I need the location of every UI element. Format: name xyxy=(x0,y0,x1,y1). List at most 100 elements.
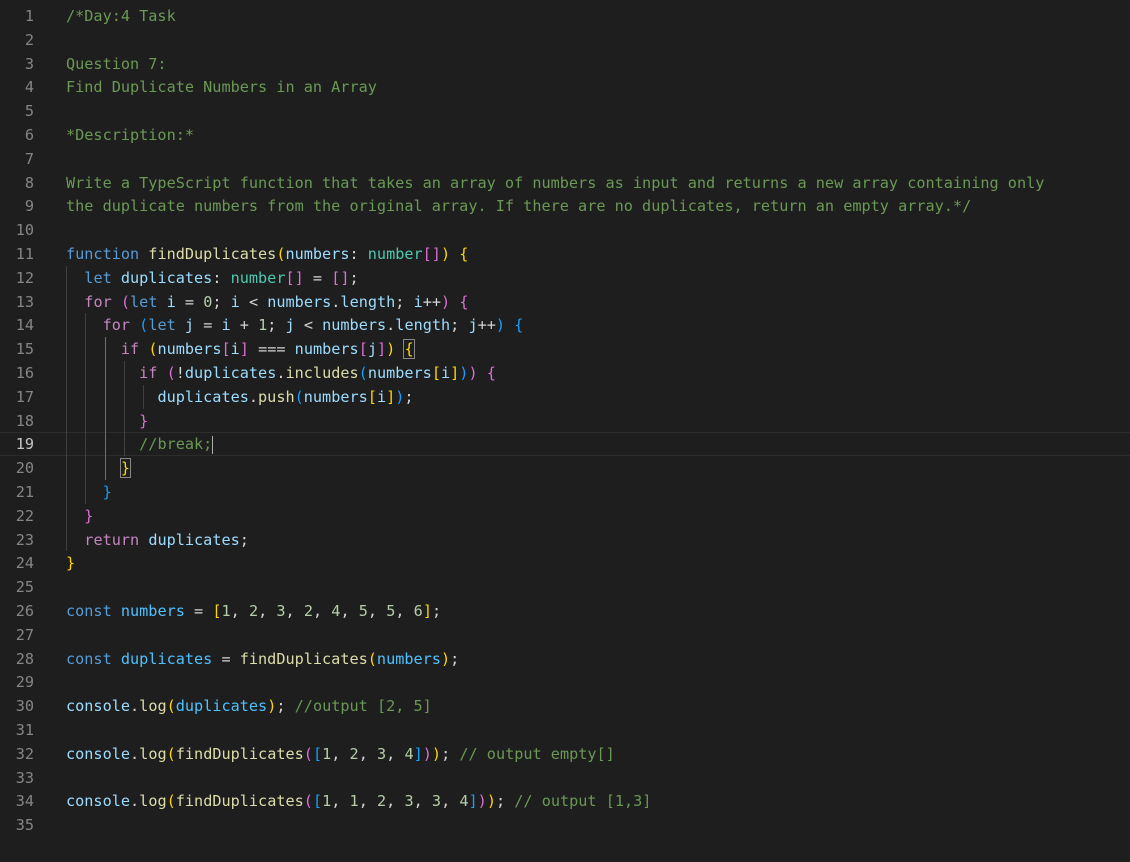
token-op: . xyxy=(276,364,286,382)
token-num: 1 xyxy=(349,792,359,811)
token-var: i xyxy=(440,364,451,382)
token-b1: ] xyxy=(422,602,432,620)
code-editor[interactable]: 1/*Day:4 Task 2 3 Question 7: 4 Find Duplicat… xyxy=(0,0,1130,862)
token-num: 3 xyxy=(377,744,387,763)
code-line-3[interactable]: 3 Question 7: xyxy=(0,52,1130,76)
code-line-30[interactable]: 30 console.log(duplicates); //output [2, … xyxy=(0,694,1130,718)
token-b1: ( xyxy=(166,697,176,716)
code-line-5[interactable]: 5 xyxy=(0,99,1130,123)
token-op: , xyxy=(313,602,332,620)
token-op: . xyxy=(130,697,140,716)
code-line-32[interactable]: 32 console.log(findDuplicates([1, 2, 3, 4… xyxy=(0,742,1130,766)
token-b3: ( xyxy=(139,316,149,335)
token-b1: } xyxy=(66,554,76,573)
line-code: Question 7: xyxy=(66,52,167,76)
code-line-12[interactable]: 12 let duplicates: number[] = []; xyxy=(0,266,1130,290)
token-cm: // output empty[] xyxy=(459,744,615,763)
code-line-23[interactable]: 23 return duplicates; xyxy=(0,528,1130,552)
token-fn: log xyxy=(139,744,167,763)
code-line-8[interactable]: 8 Write a TypeScript function that takes … xyxy=(0,171,1130,195)
token-op xyxy=(66,316,103,334)
line-number: 19 xyxy=(15,435,34,454)
token-op: , xyxy=(258,602,277,620)
code-line-26[interactable]: 26 const numbers = [1, 2, 3, 2, 4, 5, 5, … xyxy=(0,599,1130,623)
token-op: ; xyxy=(450,649,460,668)
line-number: 34 xyxy=(15,792,34,811)
code-line-13[interactable]: 13 for (let i = 0; i < numbers.length; i… xyxy=(0,290,1130,314)
code-line-14[interactable]: 14 for (let j = i + 1; j < numbers.lengt… xyxy=(0,313,1130,337)
token-b2: { xyxy=(459,292,469,311)
token-op xyxy=(478,364,487,382)
token-op xyxy=(66,459,121,477)
line-number: 13 xyxy=(15,292,34,311)
token-op: ; xyxy=(395,292,414,311)
code-line-20[interactable]: 20 } xyxy=(0,456,1130,480)
token-num: 3 xyxy=(431,792,442,811)
token-op: < xyxy=(239,292,268,311)
token-var: console xyxy=(66,792,131,811)
code-line-1[interactable]: 1 /*Day:4 Task xyxy=(0,4,1130,28)
code-line-15[interactable]: 15 if (numbers[i] === numbers[j]) { xyxy=(0,337,1130,361)
token-var: numbers xyxy=(303,387,368,406)
token-var: numbers xyxy=(267,292,332,311)
code-line-25[interactable]: 25 xyxy=(0,575,1130,599)
token-fn: includes xyxy=(285,364,359,382)
code-line-21[interactable]: 21 } xyxy=(0,480,1130,504)
line-code: } xyxy=(66,504,93,528)
token-kw: const xyxy=(66,649,121,668)
code-line-35[interactable]: 35 xyxy=(0,813,1130,837)
code-line-6[interactable]: 6 *Description:* xyxy=(0,123,1130,147)
token-var: duplicates xyxy=(120,268,213,287)
token-cst: duplicates xyxy=(120,649,213,668)
line-code: if (!duplicates.includes(numbers[i])) { xyxy=(66,361,496,385)
line-number: 8 xyxy=(24,173,34,192)
code-line-9[interactable]: 9 the duplicate numbers from the original… xyxy=(0,194,1130,218)
code-line-11[interactable]: 11 function findDuplicates(numbers: numbe… xyxy=(0,242,1130,266)
code-line-27[interactable]: 27 xyxy=(0,623,1130,647)
code-line-24[interactable]: 24} xyxy=(0,551,1130,575)
indent-guide xyxy=(85,313,87,504)
token-b1: { xyxy=(459,245,469,263)
code-line-34[interactable]: 34 console.log(findDuplicates([1, 1, 2, 3… xyxy=(0,789,1130,813)
code-line-33[interactable]: 33 xyxy=(0,766,1130,790)
token-kw: const xyxy=(66,602,121,620)
line-code: //break; xyxy=(66,433,214,455)
code-line-16[interactable]: 16 if (!duplicates.includes(numbers[i]))… xyxy=(0,361,1130,385)
token-cm: the duplicate numbers from the original … xyxy=(66,197,972,216)
token-b3: ( xyxy=(294,387,304,406)
code-line-4[interactable]: 4 Find Duplicate Numbers in an Array xyxy=(0,75,1130,99)
code-line-29[interactable]: 29 xyxy=(0,670,1130,694)
code-line-2[interactable]: 2 xyxy=(0,28,1130,52)
token-op xyxy=(66,364,139,382)
token-kw: let xyxy=(130,292,167,311)
code-line-22[interactable]: 22 } xyxy=(0,504,1130,528)
line-code: if (numbers[i] === numbers[j]) { xyxy=(66,337,415,361)
token-var: duplicates xyxy=(148,530,240,549)
token-var: numbers xyxy=(294,340,359,359)
token-op: ; xyxy=(267,316,286,335)
code-line-7[interactable]: 7 xyxy=(0,147,1130,171)
token-op xyxy=(450,245,459,263)
token-op: = xyxy=(194,316,222,335)
code-line-19[interactable]: 19 //break; xyxy=(0,432,1130,457)
code-line-18[interactable]: 18 } xyxy=(0,409,1130,433)
code-line-17[interactable]: 17 duplicates.push(numbers[i]); xyxy=(0,385,1130,409)
line-number: 28 xyxy=(15,649,34,668)
line-number: 10 xyxy=(15,221,34,240)
code-line-28[interactable]: 28 const duplicates = findDuplicates(numb… xyxy=(0,647,1130,671)
code-line-31[interactable]: 31 xyxy=(0,718,1130,742)
token-ctl: if xyxy=(139,364,167,382)
token-num: 6 xyxy=(413,602,423,620)
indent-guide xyxy=(143,384,145,409)
token-b1: ) xyxy=(440,649,451,668)
token-op: . xyxy=(130,792,140,811)
code-line-10[interactable]: 10 xyxy=(0,218,1130,242)
token-cm: Find Duplicate Numbers in an Array xyxy=(66,78,377,97)
token-cst: numbers xyxy=(120,602,185,620)
token-op: , xyxy=(367,602,387,620)
token-num: 5 xyxy=(386,602,396,620)
token-fn: log xyxy=(139,792,167,811)
token-num: 4 xyxy=(459,792,469,811)
line-number: 14 xyxy=(15,316,34,335)
token-var: console xyxy=(66,697,131,716)
